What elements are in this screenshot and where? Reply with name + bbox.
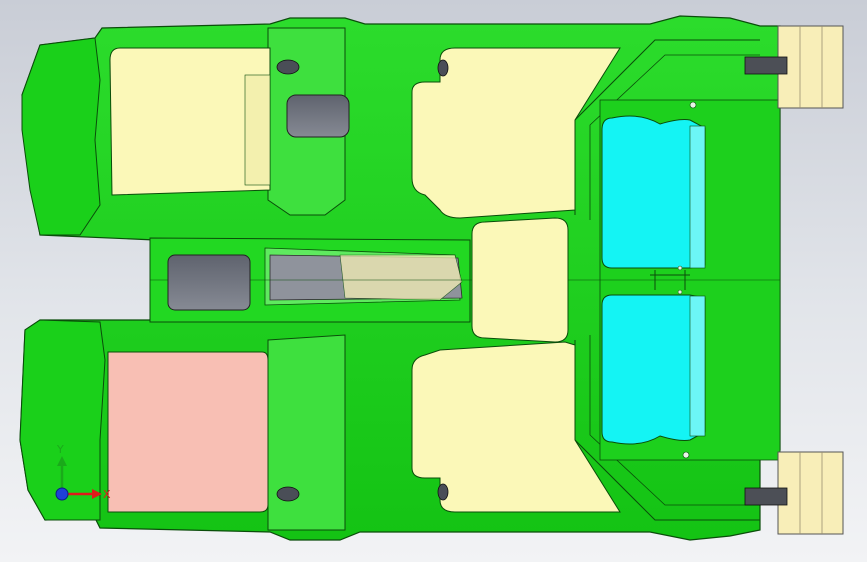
slot-front-lower [276,486,300,502]
slot-front-upper [276,59,300,75]
bracket-lower-right[interactable] [777,451,844,535]
bolt-lower [682,451,690,459]
triad-x-label: X [103,488,111,501]
slot-mid-upper [437,59,449,77]
cad-viewport[interactable]: X Y [0,0,867,562]
cyan-panel-rear-lower[interactable] [601,294,706,445]
front-cross-member-lower [267,334,346,531]
triad-z-axis [55,487,69,501]
slot-mid-lower [437,483,449,501]
cyan-panel-rear-upper[interactable] [601,115,706,269]
cyan-panel-rear-upper-lip [689,125,706,269]
bracket-clip-upper [744,56,788,75]
left-upper-lobe [21,37,101,236]
bolt-mid-a [677,265,683,271]
bracket-upper-right[interactable] [777,25,844,109]
cad-model-view[interactable]: X Y [0,0,867,562]
cream-inset-front-left [244,74,271,186]
bolt-mid-b [677,289,683,295]
triad-y-label: Y [56,443,64,456]
tunnel-inner-cream [339,254,463,301]
hole-tunnel-left[interactable] [167,254,251,311]
pink-panel-front-left-bottom[interactable] [107,351,269,513]
cream-panel-center[interactable] [471,217,569,343]
cyan-panel-rear-lower-lip [689,295,706,437]
bolt-upper [689,101,697,109]
hole-front-upper[interactable] [286,94,350,138]
bracket-clip-lower [744,487,788,506]
